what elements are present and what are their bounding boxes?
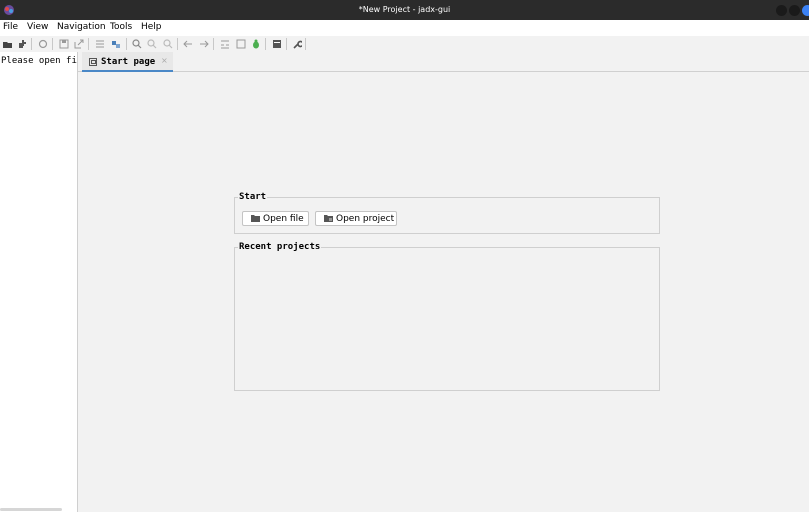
recent-projects-title: Recent projects xyxy=(238,242,322,252)
usage-search-icon[interactable] xyxy=(162,38,173,49)
log-viewer-icon[interactable] xyxy=(271,38,282,49)
toolbar-separator xyxy=(305,38,306,50)
preferences-icon[interactable] xyxy=(291,38,302,49)
menu-file[interactable]: File xyxy=(3,22,18,32)
menu-tools[interactable]: Tools xyxy=(110,22,132,32)
flatten-packages-icon[interactable] xyxy=(110,38,121,49)
sync-tree-icon[interactable] xyxy=(94,38,105,49)
save-all-icon[interactable] xyxy=(58,38,69,49)
add-files-icon[interactable] xyxy=(17,38,28,49)
open-file-label: Open file xyxy=(263,213,304,224)
export-icon[interactable] xyxy=(73,38,84,49)
toolbar-separator xyxy=(177,38,178,50)
start-group: Start Open file Open project xyxy=(234,192,660,234)
start-page-content: Start Open file Open project Recent proj… xyxy=(78,73,809,512)
tab-start-page[interactable]: Start page × xyxy=(82,52,173,72)
toolbar-separator xyxy=(52,38,53,50)
window-title: *New Project - jadx-gui xyxy=(358,5,451,14)
open-file-icon[interactable] xyxy=(2,38,13,49)
deobfuscation-icon[interactable] xyxy=(235,38,246,49)
search-icon[interactable] xyxy=(131,38,142,49)
open-file-hint: Please open file xyxy=(1,56,77,66)
class-search-icon[interactable] xyxy=(146,38,157,49)
horizontal-scrollbar[interactable] xyxy=(0,508,62,511)
open-project-label: Open project xyxy=(336,213,395,224)
toolbar-separator xyxy=(265,38,266,50)
minimize-button[interactable] xyxy=(776,5,787,16)
toolbar-separator xyxy=(88,38,89,50)
debugger-icon[interactable] xyxy=(250,38,261,49)
toolbar-separator xyxy=(213,38,214,50)
forward-icon[interactable] xyxy=(198,38,209,49)
tab-close-icon[interactable]: × xyxy=(161,56,168,65)
menu-navigation[interactable]: Navigation xyxy=(57,22,106,32)
menu-view[interactable]: View xyxy=(27,22,48,32)
back-icon[interactable] xyxy=(182,38,193,49)
toolbar xyxy=(0,36,809,52)
recent-projects-group: Recent projects xyxy=(234,242,660,391)
start-group-title: Start xyxy=(238,192,268,202)
toolbar-separator xyxy=(126,38,127,50)
open-file-button[interactable]: Open file xyxy=(242,211,309,226)
project-tree-panel: Please open file xyxy=(0,52,77,512)
menu-help[interactable]: Help xyxy=(141,22,162,32)
open-project-button[interactable]: Open project xyxy=(315,211,397,226)
folder-icon xyxy=(251,215,260,222)
reload-icon[interactable] xyxy=(37,38,48,49)
project-folder-icon xyxy=(324,215,333,222)
tab-label: Start page xyxy=(101,57,156,67)
close-window-button[interactable] xyxy=(802,5,809,16)
menu-bar: File View Navigation Tools Help xyxy=(0,20,809,36)
toolbar-separator xyxy=(31,38,32,50)
maximize-button[interactable] xyxy=(789,5,800,16)
toolbar-separator xyxy=(286,38,287,50)
window-titlebar: *New Project - jadx-gui xyxy=(0,0,809,20)
start-page-icon xyxy=(89,58,97,66)
quark-icon[interactable] xyxy=(219,38,230,49)
tab-bar: Start page × xyxy=(78,52,809,72)
